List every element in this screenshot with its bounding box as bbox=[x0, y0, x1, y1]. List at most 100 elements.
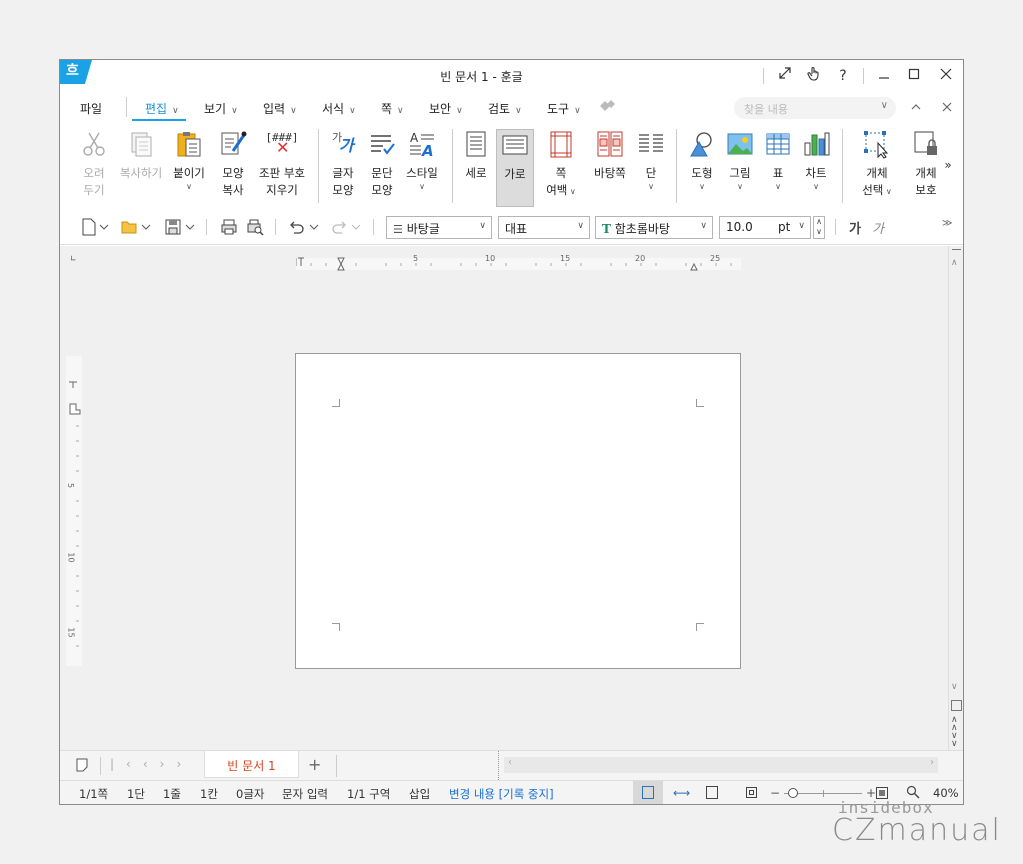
chart-button[interactable]: 차트 ∨ bbox=[798, 129, 834, 207]
horizontal-ruler: 5 10 15 20 25 bbox=[295, 254, 741, 271]
add-tab-button[interactable]: + bbox=[308, 755, 321, 774]
menu-page[interactable]: 쪽 ∨ bbox=[381, 100, 404, 117]
scroll-up-icon[interactable]: ∧ bbox=[951, 258, 958, 268]
clear-codes-button[interactable]: [###] ✕ 조판 부호 지우기 bbox=[254, 129, 310, 207]
font-size-field[interactable]: 10.0 pt ∨ bbox=[719, 216, 811, 239]
paste-button[interactable]: 붙이기 ∨ bbox=[168, 129, 210, 207]
font-select[interactable]: T 함초롬바탕 ∨ bbox=[595, 216, 713, 239]
redo-button[interactable] bbox=[330, 218, 364, 236]
scroll-right-icon[interactable]: › bbox=[930, 757, 934, 768]
ribbon-more-icon[interactable]: » bbox=[940, 155, 956, 175]
minimize-icon[interactable] bbox=[873, 66, 895, 86]
addon-icon[interactable] bbox=[598, 98, 616, 117]
chevron-down-icon[interactable]: ∨ bbox=[634, 182, 668, 192]
fit-width-icon[interactable]: ⟷ bbox=[673, 786, 690, 800]
language-select[interactable]: 대표 ∨ bbox=[498, 216, 590, 239]
chevron-down-icon: ∨ bbox=[515, 106, 522, 116]
save-doc-button[interactable] bbox=[164, 218, 196, 236]
columns-button[interactable]: 단 ∨ bbox=[634, 129, 668, 207]
split-handle[interactable] bbox=[952, 249, 961, 250]
close-doc-icon[interactable] bbox=[936, 99, 958, 119]
protect-object-icon bbox=[914, 131, 937, 155]
bold-button[interactable]: 가 bbox=[849, 218, 861, 237]
copy-button[interactable]: 복사하기 bbox=[116, 129, 166, 207]
zoom-fit-icon[interactable] bbox=[746, 787, 757, 798]
menu-file[interactable]: 파일 bbox=[80, 100, 102, 117]
table-button[interactable]: 표 ∨ bbox=[760, 129, 796, 207]
view-page-button[interactable] bbox=[633, 781, 663, 804]
menu-review[interactable]: 검토 ∨ bbox=[488, 100, 522, 117]
new-doc-button[interactable] bbox=[80, 218, 110, 236]
chevron-down-icon[interactable]: ∨ bbox=[402, 182, 442, 192]
horizontal-scrollbar[interactable]: ‹ › bbox=[504, 757, 938, 773]
vertical-scrollbar[interactable]: ∧ ∨ ∧ ∧ ∨ ∨ bbox=[948, 246, 963, 750]
menu-edit[interactable]: 편집 ∨ bbox=[145, 100, 179, 117]
chevron-down-icon[interactable]: ∨ bbox=[760, 182, 796, 192]
collapse-ribbon-icon[interactable] bbox=[905, 99, 927, 119]
chevron-down-icon[interactable]: ∨ bbox=[722, 182, 758, 192]
para-shape-button[interactable]: 문단 모양 bbox=[363, 129, 401, 207]
menu-format[interactable]: 서식 ∨ bbox=[322, 100, 356, 117]
scroll-down-icon[interactable]: ∨ bbox=[951, 682, 958, 692]
menu-tools[interactable]: 도구 ∨ bbox=[547, 100, 581, 117]
zoom-out-icon[interactable]: − bbox=[770, 786, 780, 800]
menu-insert[interactable]: 입력 ∨ bbox=[263, 100, 297, 117]
style-button[interactable]: AA 스타일 ∨ bbox=[402, 129, 442, 207]
portrait-button[interactable]: 세로 bbox=[458, 129, 494, 207]
undo-button[interactable] bbox=[288, 218, 322, 236]
font-size-stepper[interactable]: ∧ ∨ bbox=[813, 216, 825, 239]
picture-button[interactable]: 그림 ∨ bbox=[722, 129, 758, 207]
landscape-button[interactable]: 가로 bbox=[496, 129, 534, 207]
fullscreen-icon[interactable] bbox=[774, 66, 796, 86]
char-shape-button[interactable]: 가 가 글자 모양 bbox=[324, 129, 362, 207]
menu-view[interactable]: 보기 ∨ bbox=[204, 100, 238, 117]
close-icon[interactable] bbox=[935, 66, 957, 86]
page-view-icon[interactable] bbox=[951, 700, 962, 711]
paragraph-style-select[interactable]: ☰ 바탕글 ∨ bbox=[386, 216, 492, 239]
chevron-down-icon[interactable]: ∨ bbox=[567, 187, 576, 196]
next-page-icon[interactable]: ∨ ∨ bbox=[951, 732, 958, 749]
chevron-down-icon[interactable]: ∨ bbox=[883, 187, 892, 196]
document-page[interactable] bbox=[295, 353, 741, 669]
background-page-button[interactable]: 바탕쪽 bbox=[588, 129, 632, 207]
bookmark-icon[interactable] bbox=[76, 758, 88, 775]
italic-button[interactable]: 가 bbox=[872, 218, 884, 237]
format-copy-button[interactable]: 모양 복사 bbox=[214, 129, 252, 207]
status-page[interactable]: 1/1쪽 bbox=[79, 786, 108, 802]
menu-security[interactable]: 보안 ∨ bbox=[429, 100, 463, 117]
chevron-down-icon[interactable]: ∨ bbox=[798, 182, 834, 192]
zoom-slider-handle[interactable] bbox=[788, 788, 798, 798]
touch-mode-icon[interactable] bbox=[803, 66, 825, 86]
maximize-icon[interactable] bbox=[903, 66, 925, 86]
status-input-mode[interactable]: 문자 입력 bbox=[282, 786, 328, 802]
document-tab[interactable]: 빈 문서 1 bbox=[204, 751, 299, 778]
status-insert-mode[interactable]: 삽입 bbox=[409, 786, 430, 802]
scroll-left-icon[interactable]: ‹ bbox=[508, 757, 512, 768]
char-shape-icon: 가 가 bbox=[328, 129, 358, 159]
zoom-slider[interactable] bbox=[784, 788, 862, 798]
chevron-down-icon[interactable]: ∨ bbox=[168, 182, 210, 192]
select-object-button[interactable]: 개체 선택 ∨ bbox=[856, 129, 898, 207]
ruler-corner-icon[interactable]: ∟ bbox=[70, 254, 77, 263]
shapes-button[interactable]: 도형 ∨ bbox=[684, 129, 720, 207]
toolbar-more-icon[interactable]: ≫ bbox=[942, 218, 952, 236]
cut-button[interactable]: 오려 두기 bbox=[74, 129, 114, 207]
help-icon[interactable]: ? bbox=[832, 66, 854, 86]
open-doc-button[interactable] bbox=[120, 218, 152, 236]
chevron-down-icon[interactable]: ∨ bbox=[881, 100, 888, 111]
active-menu-indicator bbox=[132, 119, 186, 121]
chevron-down-icon: ∨ bbox=[700, 221, 707, 231]
select-object-icon bbox=[864, 131, 889, 159]
page-margins-button[interactable]: 쪽 여백 ∨ bbox=[542, 129, 580, 207]
toolbar-divider-4 bbox=[835, 219, 836, 235]
status-track-changes[interactable]: 변경 내용 [기록 중지] bbox=[449, 786, 554, 802]
print-preview-icon[interactable] bbox=[246, 218, 264, 236]
split-handle[interactable] bbox=[498, 751, 500, 780]
table-icon bbox=[766, 133, 790, 155]
chevron-down-icon[interactable]: ∨ bbox=[684, 182, 720, 192]
search-input[interactable]: 찾을 내용 ∨ bbox=[734, 97, 896, 119]
print-icon[interactable] bbox=[220, 218, 238, 236]
prev-page-icon[interactable]: ∧ ∧ bbox=[951, 716, 958, 733]
protect-object-button[interactable]: 개체 보호 bbox=[908, 129, 944, 207]
full-page-icon[interactable] bbox=[706, 786, 718, 799]
